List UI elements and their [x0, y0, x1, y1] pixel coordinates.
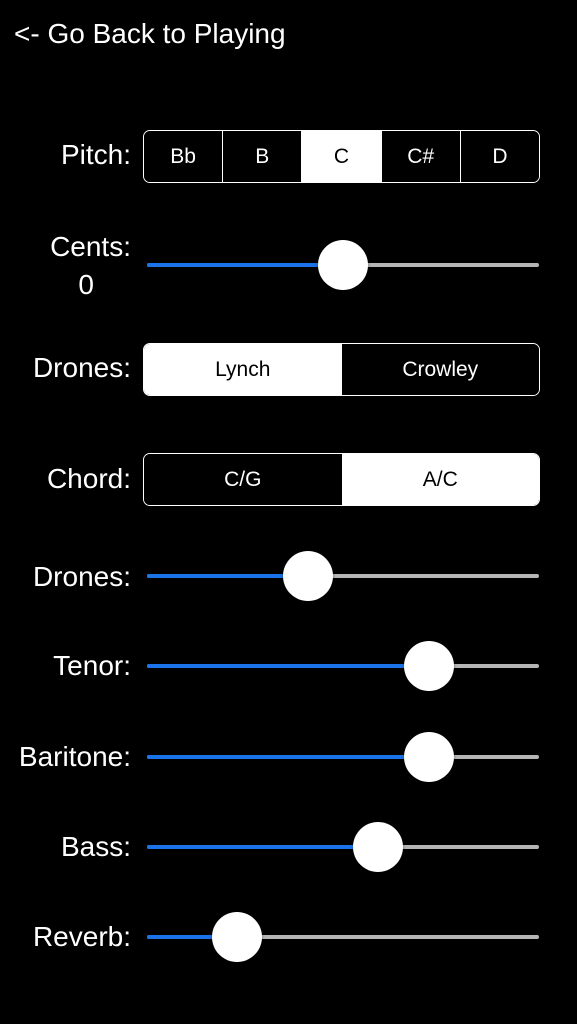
slider-thumb[interactable]: [404, 641, 454, 691]
bass-volume-slider[interactable]: [147, 822, 539, 872]
slider-fill: [147, 755, 429, 759]
pitch-option-d[interactable]: D: [459, 131, 539, 182]
bass-volume-label: Bass:: [60, 831, 131, 862]
drone-option-crowley[interactable]: Crowley: [341, 344, 539, 395]
pitch-option-bb[interactable]: Bb: [144, 131, 223, 182]
baritone-volume-label: Baritone:: [18, 741, 131, 772]
reverb-slider[interactable]: [147, 912, 539, 962]
pitch-option-c-sharp[interactable]: C#: [380, 131, 460, 182]
go-back-button[interactable]: <- Go Back to Playing: [14, 18, 286, 50]
tenor-volume-label: Tenor:: [53, 650, 131, 681]
drone-option-lynch[interactable]: Lynch: [144, 344, 342, 395]
slider-thumb[interactable]: [353, 822, 403, 872]
pitch-segmented-control: Bb B C C# D: [143, 130, 540, 183]
slider-thumb[interactable]: [283, 551, 333, 601]
slider-thumb[interactable]: [212, 912, 262, 962]
tenor-volume-slider[interactable]: [147, 641, 539, 691]
drones-volume-label: Drones:: [32, 561, 131, 592]
drones-volume-slider[interactable]: [147, 551, 539, 601]
chord-option-c-g[interactable]: C/G: [144, 454, 342, 505]
cents-slider-fill: [147, 263, 343, 267]
drone-type-label: Drones:: [32, 352, 131, 383]
reverb-volume-label: Reverb:: [32, 921, 131, 952]
slider-thumb[interactable]: [404, 732, 454, 782]
pitch-label: Pitch:: [60, 139, 131, 170]
chord-segmented-control: C/G A/C: [143, 453, 540, 506]
drone-type-segmented-control: Lynch Crowley: [143, 343, 540, 396]
chord-option-a-c[interactable]: A/C: [341, 454, 539, 505]
slider-fill: [147, 845, 378, 849]
pitch-option-c[interactable]: C: [301, 131, 381, 182]
pitch-option-b[interactable]: B: [222, 131, 302, 182]
cents-slider[interactable]: [147, 240, 539, 290]
baritone-volume-slider[interactable]: [147, 732, 539, 782]
slider-fill: [147, 664, 429, 668]
cents-slider-thumb[interactable]: [318, 240, 368, 290]
cents-value: 0: [78, 269, 94, 300]
chord-label: Chord:: [46, 463, 131, 494]
cents-label: Cents:: [50, 231, 131, 262]
